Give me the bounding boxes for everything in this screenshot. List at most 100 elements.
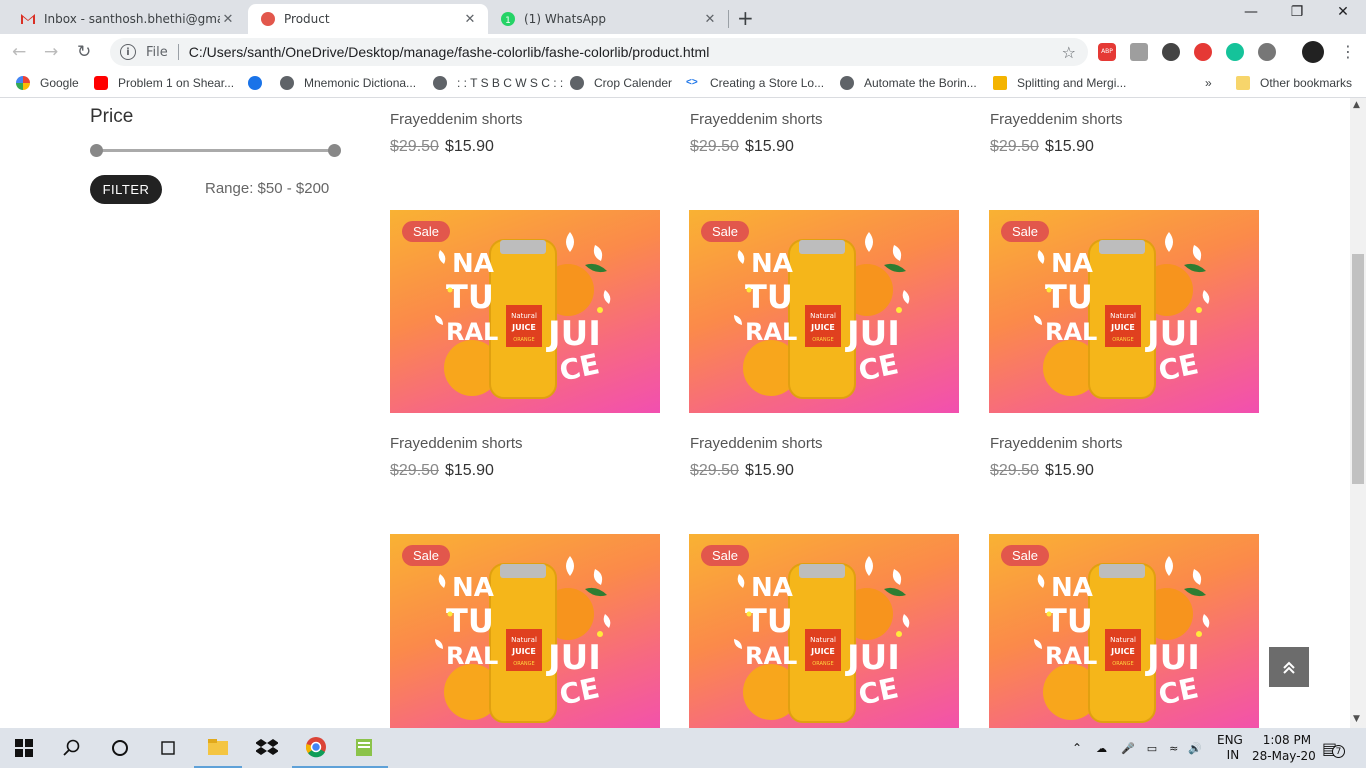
close-icon[interactable]: ✕ bbox=[462, 12, 478, 27]
cortana-button[interactable] bbox=[96, 728, 144, 768]
product-image[interactable]: Natural JUICE ORANGE NA TU RAL JUI CE Sale bbox=[689, 210, 959, 413]
menu-kebab-icon[interactable]: ⋮ bbox=[1340, 42, 1356, 61]
other-bookmarks[interactable]: Other bookmarks bbox=[1236, 76, 1352, 90]
word-ce: CE bbox=[1156, 671, 1202, 712]
jar-label-mid: JUICE bbox=[810, 323, 835, 332]
new-price: $15.90 bbox=[744, 462, 794, 479]
adblock-icon[interactable]: ABP bbox=[1098, 43, 1116, 61]
product-name[interactable]: Frayeddenim shorts bbox=[690, 111, 823, 128]
url-text[interactable]: C:/Users/santh/OneDrive/Desktop/manage/f… bbox=[189, 44, 1062, 60]
avatar[interactable] bbox=[1302, 41, 1324, 63]
action-center-button[interactable]: ▤ 7 bbox=[1322, 728, 1345, 768]
notepad-icon bbox=[356, 739, 372, 756]
page-scrollbar[interactable]: ▲ ▼ bbox=[1350, 98, 1366, 728]
tab-product[interactable]: Product ✕ bbox=[248, 4, 488, 34]
bookmark-crop[interactable]: Crop Calender bbox=[570, 76, 672, 90]
browser-toolbar: ← → ↻ i File C:/Users/santh/OneDrive/Des… bbox=[0, 34, 1366, 70]
network-icon[interactable]: ☁ bbox=[1096, 742, 1107, 755]
start-button[interactable] bbox=[0, 728, 48, 768]
dark-mode-icon[interactable] bbox=[1258, 43, 1276, 61]
product-image[interactable]: Natural JUICE ORANGE NA TU RAL JUI CE Sale bbox=[689, 534, 959, 728]
scrollbar-thumb[interactable] bbox=[1352, 254, 1364, 484]
system-tray: ⌃ ☁ 🎤 ▭ ≈ 🔊 bbox=[1072, 728, 1216, 768]
extension-icon[interactable] bbox=[1162, 43, 1180, 61]
jar-label-bot: ORANGE bbox=[513, 337, 534, 343]
product-image[interactable]: Natural JUICE ORANGE NA TU RAL JUI CE Sale bbox=[989, 210, 1259, 413]
price-slider-min-handle[interactable] bbox=[90, 144, 103, 157]
product-name[interactable]: Frayeddenim shorts bbox=[990, 111, 1123, 128]
product-image[interactable]: Natural JUICE ORANGE NA TU RAL JUI CE Sale bbox=[390, 210, 660, 413]
language-indicator[interactable]: ENG IN bbox=[1217, 728, 1243, 768]
bookmark-tsbcwsc[interactable]: : : T S B C W S C : : bbox=[433, 76, 563, 90]
bookmark-splitting[interactable]: Splitting and Mergi... bbox=[993, 76, 1126, 90]
window-close-button[interactable]: ✕ bbox=[1320, 4, 1366, 20]
close-icon[interactable]: ✕ bbox=[702, 12, 718, 27]
minimize-button[interactable]: — bbox=[1228, 4, 1274, 20]
back-button[interactable]: ← bbox=[12, 42, 26, 62]
tab-strip: Inbox - santhosh.bhethi@gmail.c ✕ Produc… bbox=[0, 0, 1366, 34]
close-icon[interactable]: ✕ bbox=[220, 12, 236, 27]
info-icon[interactable]: i bbox=[120, 44, 136, 60]
scroll-to-top-button[interactable] bbox=[1269, 647, 1309, 687]
whatsapp-icon: 1 bbox=[500, 11, 516, 27]
filter-button[interactable]: FILTER bbox=[90, 175, 162, 204]
sale-badge: Sale bbox=[701, 221, 750, 242]
price-slider-track[interactable] bbox=[96, 149, 334, 152]
task-view-button[interactable] bbox=[144, 728, 192, 768]
restore-button[interactable]: ❐ bbox=[1274, 4, 1320, 20]
scroll-up-arrow[interactable]: ▲ bbox=[1353, 100, 1360, 110]
notepad-button[interactable] bbox=[340, 728, 388, 768]
product-image[interactable]: Natural JUICE ORANGE NA TU RAL JUI CE Sale bbox=[390, 534, 660, 728]
jar-label-mid: JUICE bbox=[1110, 323, 1135, 332]
tab-gmail[interactable]: Inbox - santhosh.bhethi@gmail.c ✕ bbox=[8, 4, 246, 34]
jar-label-bot: ORANGE bbox=[812, 661, 833, 667]
product-name[interactable]: Frayeddenim shorts bbox=[390, 435, 523, 452]
search-button[interactable] bbox=[48, 728, 96, 768]
pen-icon bbox=[993, 76, 1007, 90]
reload-button[interactable]: ↻ bbox=[77, 42, 91, 62]
volume-icon[interactable]: 🔊 bbox=[1188, 742, 1202, 755]
bookmark-google[interactable]: Google bbox=[16, 76, 79, 90]
tab-whatsapp[interactable]: 1 (1) WhatsApp ✕ bbox=[488, 4, 728, 34]
bookmark-automate[interactable]: Automate the Borin... bbox=[840, 76, 977, 90]
chrome-button[interactable] bbox=[292, 728, 340, 768]
bookmark-label: Mnemonic Dictiona... bbox=[304, 76, 417, 90]
old-price: $29.50 bbox=[390, 462, 439, 479]
bookmark-label: Creating a Store Lo... bbox=[710, 76, 825, 90]
clock-time: 1:08 PM bbox=[1262, 733, 1312, 747]
product-name[interactable]: Frayeddenim shorts bbox=[390, 111, 523, 128]
lang-code: ENG bbox=[1217, 733, 1243, 747]
grammarly-icon[interactable] bbox=[1226, 43, 1244, 61]
product-image[interactable]: Natural JUICE ORANGE NA TU RAL JUI CE Sale bbox=[989, 534, 1259, 728]
new-tab-button[interactable]: + bbox=[737, 6, 754, 30]
battery-icon[interactable]: ▭ bbox=[1147, 742, 1157, 755]
wifi-icon[interactable]: ≈ bbox=[1169, 742, 1178, 755]
product-price: $29.50 $15.90 bbox=[690, 138, 794, 156]
chevron-up-icon[interactable]: ⌃ bbox=[1072, 741, 1082, 755]
word-na: NA bbox=[751, 573, 793, 603]
price-slider-max-handle[interactable] bbox=[328, 144, 341, 157]
bookmark-store[interactable]: <> Creating a Store Lo... bbox=[686, 76, 824, 90]
forward-button[interactable]: → bbox=[44, 42, 58, 62]
bookmark-settings[interactable] bbox=[248, 76, 262, 90]
hand-extension-icon[interactable] bbox=[1194, 43, 1212, 61]
scroll-down-arrow[interactable]: ▼ bbox=[1353, 714, 1360, 724]
dropbox-button[interactable] bbox=[243, 728, 291, 768]
bookmark-mnemonic[interactable]: Mnemonic Dictiona... bbox=[280, 76, 416, 90]
word-na: NA bbox=[1051, 249, 1093, 279]
product-name[interactable]: Frayeddenim shorts bbox=[690, 435, 823, 452]
bookmark-star-icon[interactable]: ☆ bbox=[1062, 43, 1076, 62]
bookmark-problem[interactable]: Problem 1 on Shear... bbox=[94, 76, 234, 90]
more-bookmarks-button[interactable]: » bbox=[1205, 76, 1212, 90]
sale-badge: Sale bbox=[1001, 221, 1050, 242]
address-bar[interactable]: i File C:/Users/santh/OneDrive/Desktop/m… bbox=[110, 38, 1088, 66]
file-explorer-button[interactable] bbox=[194, 728, 242, 768]
clock[interactable]: 1:08 PM 28-May-20 bbox=[1252, 728, 1316, 768]
tab-title: Product bbox=[284, 12, 330, 26]
word-ce: CE bbox=[856, 671, 902, 712]
cube-extension-icon[interactable] bbox=[1130, 43, 1148, 61]
task-view-icon bbox=[161, 741, 175, 755]
bookmark-label: Problem 1 on Shear... bbox=[118, 76, 235, 90]
microphone-icon[interactable]: 🎤 bbox=[1121, 742, 1135, 755]
product-name[interactable]: Frayeddenim shorts bbox=[990, 435, 1123, 452]
